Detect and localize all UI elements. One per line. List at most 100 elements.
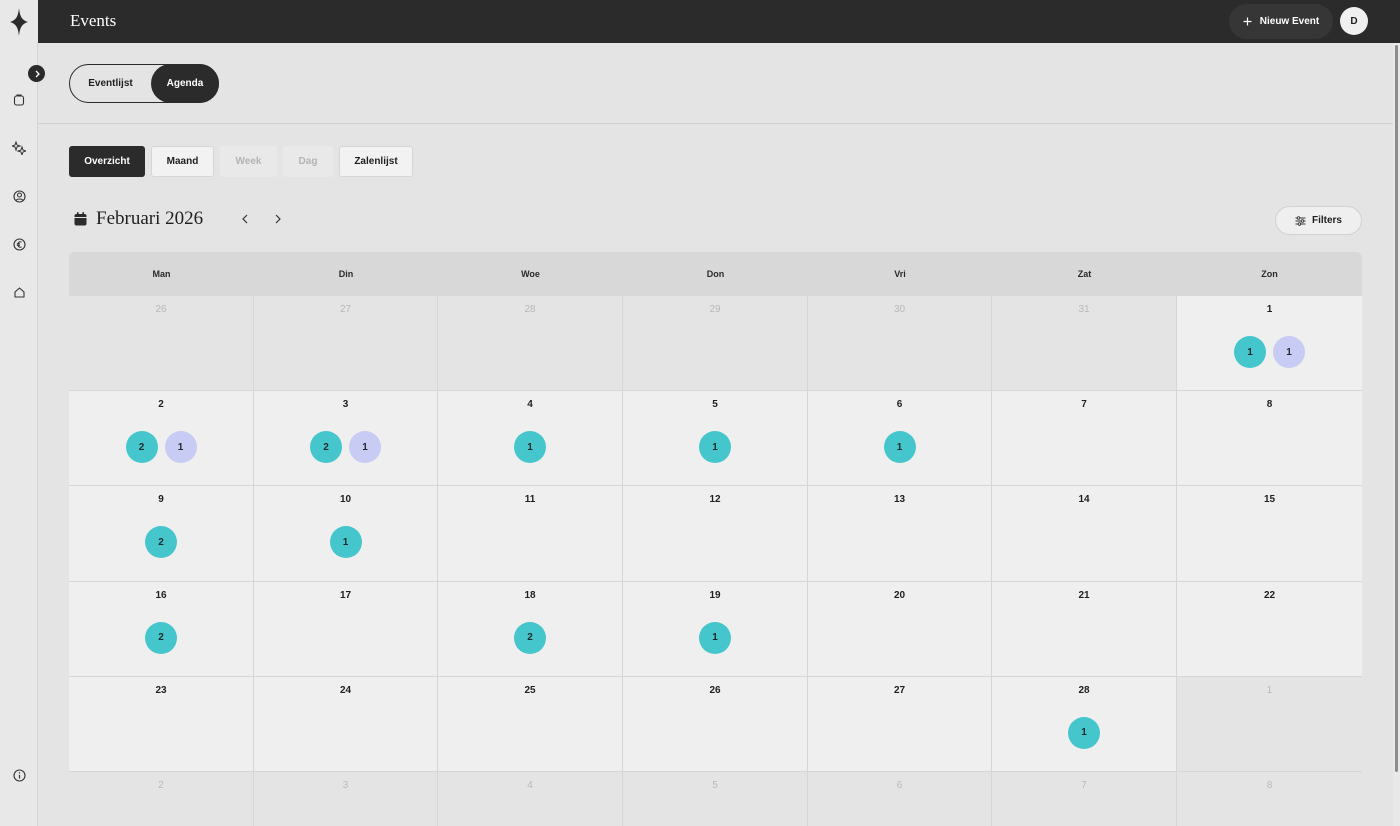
tab-eventlijst[interactable]: Eventlijst: [70, 64, 151, 103]
event-count-badge[interactable]: 2: [145, 621, 177, 654]
event-count-badge[interactable]: 2: [514, 621, 546, 654]
calendar-day-cell[interactable]: 26: [69, 296, 254, 392]
new-event-button[interactable]: Nieuw Event: [1229, 4, 1333, 39]
calendar-day-cell[interactable]: 3 21: [254, 391, 438, 487]
calendar-day-cell[interactable]: 6: [808, 772, 992, 826]
calendar-day-cell[interactable]: 28 1: [992, 676, 1177, 772]
day-number: 1: [1266, 304, 1273, 315]
day-number: 26: [155, 304, 167, 315]
day-number: 8: [1266, 780, 1273, 791]
next-month-button[interactable]: [270, 210, 286, 228]
calendar-day-cell[interactable]: 41: [438, 391, 623, 487]
brand-logo[interactable]: [0, 0, 38, 43]
sidebar-item-clipboard[interactable]: [11, 92, 27, 108]
calendar-day-cell[interactable]: 27: [254, 296, 438, 392]
tab-week[interactable]: Week: [220, 146, 277, 177]
tab-dag[interactable]: Dag: [283, 146, 333, 177]
sidebar-item-info[interactable]: [11, 767, 27, 783]
calendar-day-cell[interactable]: 17: [254, 581, 438, 677]
calendar-day-cell[interactable]: 5: [623, 772, 808, 826]
day-number: 28: [1078, 684, 1090, 696]
event-count-badge[interactable]: 2: [125, 431, 158, 464]
avatar[interactable]: D: [1340, 7, 1368, 35]
calendar-day-cell[interactable]: 221: [69, 391, 254, 487]
calendar-day-cell[interactable]: 31: [992, 296, 1177, 392]
day-number: 4: [527, 399, 533, 411]
sidebar: [0, 0, 45, 826]
secondary-event-count-badge[interactable]: 1: [1273, 336, 1305, 368]
chevron-right-icon: [275, 214, 281, 224]
calendar-day-cell[interactable]: 16 2: [69, 581, 254, 677]
day-number: 17: [339, 589, 352, 601]
sidebar-item-home[interactable]: [11, 284, 27, 300]
calendar-day-cell[interactable]: 21: [992, 581, 1177, 677]
calendar-day-cell[interactable]: 8: [1177, 772, 1362, 826]
event-count-badge[interactable]: 1: [1234, 336, 1266, 368]
calendar-day-cell[interactable]: 24: [254, 676, 438, 772]
calendar-day-cell[interactable]: 18 2: [438, 581, 623, 677]
calendar-day-cell[interactable]: 19 1: [623, 581, 808, 677]
calendar-day-cell[interactable]: 13: [808, 486, 992, 582]
calendar-day-cell[interactable]: 10 1: [254, 486, 438, 582]
secondary-event-count-badge[interactable]: 1: [164, 431, 197, 464]
calendar-day-cell[interactable]: 111: [1177, 296, 1362, 392]
event-count-badge[interactable]: 2: [145, 526, 177, 559]
calendar-day-cell[interactable]: 28: [438, 296, 623, 392]
page-scrollbar[interactable]: [1393, 43, 1400, 826]
weekday-label: Zon: [1261, 269, 1278, 279]
weekday-label: Vri: [894, 269, 906, 279]
calendar-day-cell[interactable]: 1: [1177, 676, 1362, 772]
previous-month-button[interactable]: [237, 210, 253, 228]
scrollbar-thumb[interactable]: [1395, 45, 1398, 772]
calendar-day-cell[interactable]: 29: [623, 296, 808, 392]
sidebar-expand-button[interactable]: [28, 65, 45, 82]
calendar-day-cell[interactable]: 15: [1177, 486, 1362, 582]
secondary-event-count-badge[interactable]: 1: [349, 431, 381, 464]
day-number: 5: [712, 780, 718, 791]
calendar-day-cell[interactable]: 7: [992, 391, 1177, 487]
calendar-day-cell[interactable]: 11: [438, 486, 623, 582]
tab-maand[interactable]: Maand: [151, 146, 214, 177]
calendar-day-cell[interactable]: 12: [623, 486, 808, 582]
day-number: 11: [524, 494, 536, 506]
sidebar-item-user[interactable]: [11, 188, 27, 204]
event-count-badge[interactable]: 1: [699, 431, 731, 464]
chevron-right-icon: [35, 70, 40, 77]
clipboard-icon: [13, 94, 25, 106]
event-badges: 21: [254, 431, 437, 464]
filters-button[interactable]: Filters: [1275, 206, 1362, 235]
event-badges: 1: [438, 431, 622, 464]
event-count-badge[interactable]: 1: [883, 431, 916, 464]
calendar-day-cell[interactable]: 51: [623, 391, 808, 487]
event-count-badge[interactable]: 1: [514, 431, 546, 464]
tab-agenda[interactable]: Agenda: [151, 64, 219, 103]
calendar-day-cell[interactable]: 30: [808, 296, 992, 392]
calendar-day-cell[interactable]: 7: [992, 772, 1177, 826]
sidebar-item-sparkle[interactable]: [11, 140, 27, 156]
calendar-day-cell[interactable]: 25: [438, 676, 623, 772]
calendar-day-cell[interactable]: 3: [254, 772, 438, 826]
event-count-badge[interactable]: 2: [310, 431, 342, 464]
day-number: 28: [524, 304, 536, 315]
event-count-badge[interactable]: 1: [1068, 716, 1100, 749]
calendar-day-cell[interactable]: 26: [623, 676, 808, 772]
calendar-day-cell[interactable]: 27: [808, 676, 992, 772]
event-count-badge[interactable]: 1: [329, 526, 362, 559]
calendar-day-cell[interactable]: 92: [69, 486, 254, 582]
day-number: 26: [709, 684, 721, 696]
calendar-day-cell[interactable]: 22: [1177, 581, 1362, 677]
calendar-day-cell[interactable]: 20: [808, 581, 992, 677]
calendar-day-cell[interactable]: 8: [1177, 391, 1362, 487]
day-number: 5: [712, 399, 718, 411]
calendar-day-cell[interactable]: 14: [992, 486, 1177, 582]
calendar-day-cell[interactable]: 61: [808, 391, 992, 487]
tab-zalenlijst[interactable]: Zalenlijst: [339, 146, 413, 177]
sidebar-item-finance[interactable]: [11, 236, 27, 252]
calendar-day-cell[interactable]: 23: [69, 676, 254, 772]
tab-overzicht[interactable]: Overzicht: [69, 146, 145, 177]
calendar-day-cell[interactable]: 2: [69, 772, 254, 826]
calendar-day-cell[interactable]: 4: [438, 772, 623, 826]
event-count-badge[interactable]: 1: [699, 621, 731, 654]
day-number: 6: [896, 780, 903, 791]
day-number: 2: [158, 780, 164, 791]
